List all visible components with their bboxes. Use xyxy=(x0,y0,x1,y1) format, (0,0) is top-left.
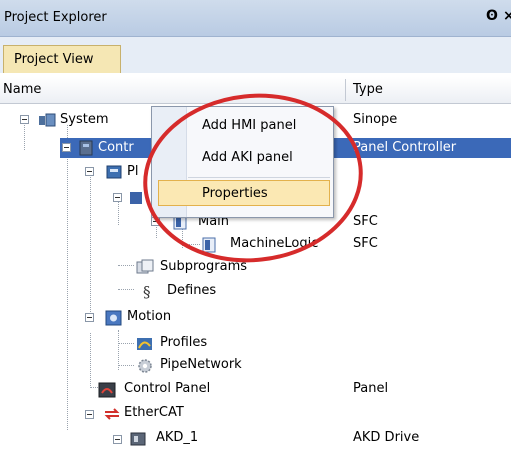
column-name-header[interactable]: Name xyxy=(3,82,41,97)
tree-item-motion[interactable]: Motion xyxy=(127,309,171,324)
tab-label: Project View xyxy=(14,52,94,67)
tree-item-control-panel-type: Panel xyxy=(353,381,389,396)
tree-line xyxy=(118,343,134,344)
tree-item-controller[interactable]: Contr xyxy=(98,140,134,155)
tree-line xyxy=(118,289,134,290)
folder-icon xyxy=(130,192,142,204)
menu-item-add-hmi-panel[interactable]: Add HMI panel xyxy=(202,118,296,133)
expand-toggle[interactable] xyxy=(85,410,94,419)
expand-toggle[interactable] xyxy=(151,217,160,226)
column-header: Name Type xyxy=(0,77,511,104)
tree-item-system-type: Sinope xyxy=(353,112,398,127)
subprograms-icon xyxy=(136,259,154,274)
column-separator[interactable] xyxy=(345,79,346,101)
expand-toggle[interactable] xyxy=(20,115,29,124)
tree-line xyxy=(182,244,200,245)
pin-icon[interactable]: ʘ xyxy=(486,8,498,24)
defines-icon: § xyxy=(143,283,151,299)
menu-item-add-aki-panel[interactable]: Add AKI panel xyxy=(202,150,293,165)
menu-item-properties[interactable]: Properties xyxy=(202,186,268,201)
context-menu: Add HMI panel Add AKI panel Properties xyxy=(151,106,334,218)
tree-line xyxy=(90,387,98,388)
expand-toggle[interactable] xyxy=(113,193,122,202)
tree-item-defines[interactable]: Defines xyxy=(167,283,216,298)
tree-item-plc[interactable]: Pl xyxy=(127,164,138,179)
drive-icon xyxy=(130,432,146,446)
controller-icon xyxy=(79,140,93,156)
panel-title-bar: Project Explorer ʘ × xyxy=(0,0,511,37)
tree-item-akd1[interactable]: AKD_1 xyxy=(156,430,198,445)
tree-line xyxy=(118,330,119,370)
control-panel-icon xyxy=(98,382,116,398)
profiles-icon xyxy=(137,338,152,350)
tree-line xyxy=(118,265,134,266)
expand-toggle[interactable] xyxy=(113,435,122,444)
expand-toggle[interactable] xyxy=(85,313,94,322)
tab-strip: Project View xyxy=(0,37,511,73)
tree-item-subprograms[interactable]: Subprograms xyxy=(160,259,247,274)
column-type-header[interactable]: Type xyxy=(353,82,383,97)
tree-item-controller-type: Panel Controller xyxy=(353,140,457,155)
tree-line xyxy=(90,333,91,388)
tree-line xyxy=(67,125,68,430)
tree-item-machinelogic-type: SFC xyxy=(353,236,378,251)
panel-title: Project Explorer xyxy=(4,10,107,25)
close-icon[interactable]: × xyxy=(503,8,511,24)
tree-item-ethercat[interactable]: EtherCAT xyxy=(124,405,184,420)
tab-project-view[interactable]: Project View xyxy=(3,45,121,73)
tree-item-control-panel[interactable]: Control Panel xyxy=(124,381,210,396)
sfc-program-icon xyxy=(202,237,216,253)
menu-separator xyxy=(188,177,330,178)
plc-icon xyxy=(106,165,122,179)
ethercat-icon xyxy=(104,408,120,420)
expand-toggle[interactable] xyxy=(85,167,94,176)
tree-line xyxy=(90,171,91,316)
tree-item-machinelogic[interactable]: MachineLogic xyxy=(230,236,318,251)
gear-icon xyxy=(138,359,152,373)
svg-text:§: § xyxy=(143,283,151,299)
tree-item-pipenetwork[interactable]: PipeNetwork xyxy=(160,357,242,372)
tree-item-system[interactable]: System xyxy=(60,112,108,127)
tree-line xyxy=(118,365,134,366)
tree-item-akd1-type: AKD Drive xyxy=(353,430,420,445)
motion-icon xyxy=(105,310,122,326)
tree-item-profiles[interactable]: Profiles xyxy=(160,335,207,350)
system-icon xyxy=(39,113,56,127)
tree-item-main-type: SFC xyxy=(353,214,378,229)
tree-line xyxy=(24,125,25,150)
expand-toggle[interactable] xyxy=(62,143,71,152)
